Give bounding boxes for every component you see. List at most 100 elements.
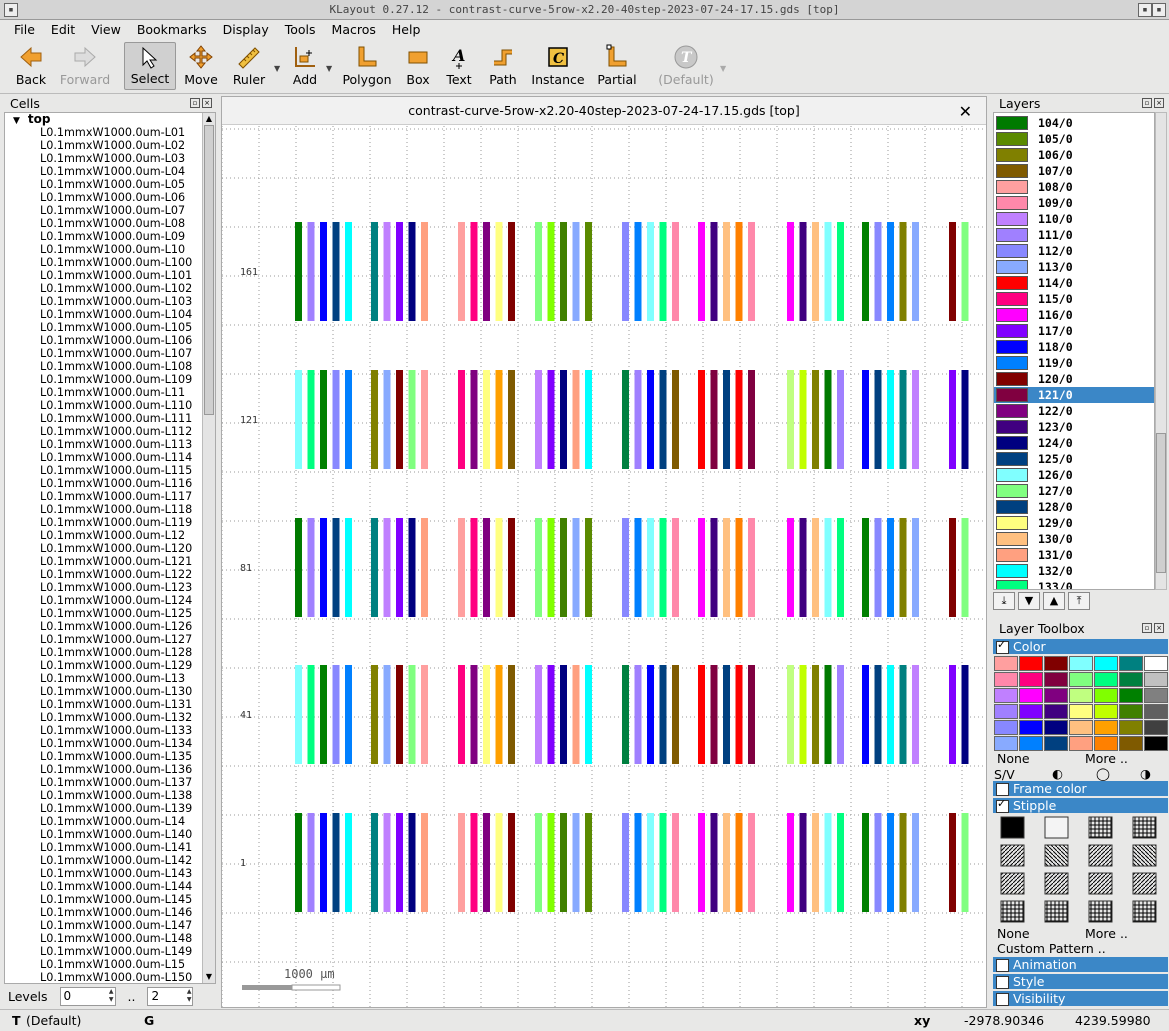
layer-row[interactable]: 127/0 <box>994 483 1154 499</box>
layout-shape[interactable] <box>837 222 844 321</box>
cell-item[interactable]: L0.1mmxW1000.0um-L137 <box>5 776 203 789</box>
layer-row[interactable]: 106/0 <box>994 147 1154 163</box>
cell-item[interactable]: L0.1mmxW1000.0um-L111 <box>5 412 203 425</box>
layout-shape[interactable] <box>307 518 315 617</box>
layout-shape[interactable] <box>560 813 567 912</box>
layout-shape[interactable] <box>495 222 503 321</box>
layout-shape[interactable] <box>572 813 580 912</box>
layout-shape[interactable] <box>396 370 403 469</box>
cell-item[interactable]: L0.1mmxW1000.0um-L104 <box>5 308 203 321</box>
darker-icon[interactable]: ◐ <box>1052 766 1063 781</box>
layout-shape[interactable] <box>961 665 969 764</box>
path-button[interactable]: Path <box>484 42 522 90</box>
layout-shape[interactable] <box>371 518 378 617</box>
layout-shape[interactable] <box>535 370 542 469</box>
menu-help[interactable]: Help <box>384 22 429 37</box>
layout-shape[interactable] <box>396 665 403 764</box>
ruler-dropdown-icon[interactable]: ▼ <box>274 64 280 73</box>
layout-shape[interactable] <box>672 813 679 912</box>
layer-row[interactable]: 116/0 <box>994 307 1154 323</box>
scroll-thumb[interactable] <box>1156 433 1166 573</box>
layout-shape[interactable] <box>572 222 580 321</box>
color-section[interactable]: Color <box>993 638 1168 654</box>
layout-shape[interactable] <box>295 518 302 617</box>
layout-shape[interactable] <box>787 518 794 617</box>
cell-item[interactable]: L0.1mmxW1000.0um-L124 <box>5 594 203 607</box>
layout-shape[interactable] <box>735 813 743 912</box>
stipple-pattern[interactable] <box>1000 816 1025 839</box>
layout-shape[interactable] <box>332 370 340 469</box>
stipple-pattern[interactable] <box>1132 872 1157 895</box>
cell-item[interactable]: L0.1mmxW1000.0um-L04 <box>5 165 203 178</box>
cell-item[interactable]: L0.1mmxW1000.0um-L101 <box>5 269 203 282</box>
layout-shape[interactable] <box>495 518 503 617</box>
layout-shape[interactable] <box>961 518 969 617</box>
move-top-icon[interactable]: ⤒ <box>1068 592 1090 610</box>
layer-row[interactable]: 126/0 <box>994 467 1154 483</box>
layout-shape[interactable] <box>787 813 794 912</box>
layout-shape[interactable] <box>912 370 919 469</box>
palette-swatch[interactable] <box>994 688 1018 703</box>
cell-item[interactable]: L0.1mmxW1000.0um-L117 <box>5 490 203 503</box>
cell-item[interactable]: L0.1mmxW1000.0um-L144 <box>5 880 203 893</box>
layout-shape[interactable] <box>547 222 555 321</box>
layout-shape[interactable] <box>672 222 679 321</box>
layout-shape[interactable] <box>912 222 919 321</box>
cell-item[interactable]: L0.1mmxW1000.0um-L121 <box>5 555 203 568</box>
layer-row[interactable]: 105/0 <box>994 131 1154 147</box>
layout-shape[interactable] <box>470 370 478 469</box>
select-button[interactable]: Select <box>124 42 176 90</box>
scroll-down-icon[interactable]: ▼ <box>203 971 215 983</box>
cell-item[interactable]: L0.1mmxW1000.0um-L135 <box>5 750 203 763</box>
palette-swatch[interactable] <box>1119 656 1143 671</box>
layout-shape[interactable] <box>710 518 718 617</box>
layout-shape[interactable] <box>824 665 832 764</box>
layout-shape[interactable] <box>874 665 882 764</box>
layer-row[interactable]: 130/0 <box>994 531 1154 547</box>
palette-swatch[interactable] <box>1019 704 1043 719</box>
palette-swatch[interactable] <box>1019 656 1043 671</box>
layout-shape[interactable] <box>421 370 428 469</box>
palette-swatch[interactable] <box>994 704 1018 719</box>
layer-row[interactable]: 119/0 <box>994 355 1154 371</box>
cell-item[interactable]: L0.1mmxW1000.0um-L108 <box>5 360 203 373</box>
palette-swatch[interactable] <box>1119 704 1143 719</box>
layout-shape[interactable] <box>748 813 755 912</box>
layout-shape[interactable] <box>672 518 679 617</box>
stipple-pattern[interactable] <box>1088 816 1113 839</box>
layout-shape[interactable] <box>862 665 869 764</box>
menu-file[interactable]: File <box>6 22 43 37</box>
layout-shape[interactable] <box>345 370 352 469</box>
cell-item[interactable]: L0.1mmxW1000.0um-L126 <box>5 620 203 633</box>
stipple-pattern[interactable] <box>1132 816 1157 839</box>
layout-shape[interactable] <box>371 222 378 321</box>
layout-shape[interactable] <box>371 370 378 469</box>
layout-shape[interactable] <box>295 222 302 321</box>
layout-shape[interactable] <box>470 222 478 321</box>
layout-shape[interactable] <box>899 518 907 617</box>
cell-item[interactable]: L0.1mmxW1000.0um-L139 <box>5 802 203 815</box>
layout-shape[interactable] <box>912 813 919 912</box>
custom-pattern-button[interactable]: Custom Pattern .. <box>997 941 1106 956</box>
layout-shape[interactable] <box>332 813 340 912</box>
layout-shape[interactable] <box>622 665 629 764</box>
palette-swatch[interactable] <box>994 672 1018 687</box>
layout-shape[interactable] <box>647 813 654 912</box>
layout-shape[interactable] <box>647 665 654 764</box>
layout-shape[interactable] <box>748 370 755 469</box>
layout-shape[interactable] <box>961 813 969 912</box>
layer-row[interactable]: 120/0 <box>994 371 1154 387</box>
stipple-pattern[interactable] <box>1132 900 1157 923</box>
cell-item[interactable]: L0.1mmxW1000.0um-L01 <box>5 126 203 139</box>
layer-row[interactable]: 122/0 <box>994 403 1154 419</box>
layout-shape[interactable] <box>647 222 654 321</box>
layer-row[interactable]: 110/0 <box>994 211 1154 227</box>
layout-shape[interactable] <box>458 665 465 764</box>
layout-shape[interactable] <box>949 222 956 321</box>
layout-shape[interactable] <box>887 813 894 912</box>
layout-shape[interactable] <box>585 665 592 764</box>
cell-item[interactable]: L0.1mmxW1000.0um-L09 <box>5 230 203 243</box>
stipple-pattern[interactable] <box>1000 900 1025 923</box>
layout-shape[interactable] <box>535 222 542 321</box>
float-icon[interactable]: ▫ <box>1142 98 1152 108</box>
